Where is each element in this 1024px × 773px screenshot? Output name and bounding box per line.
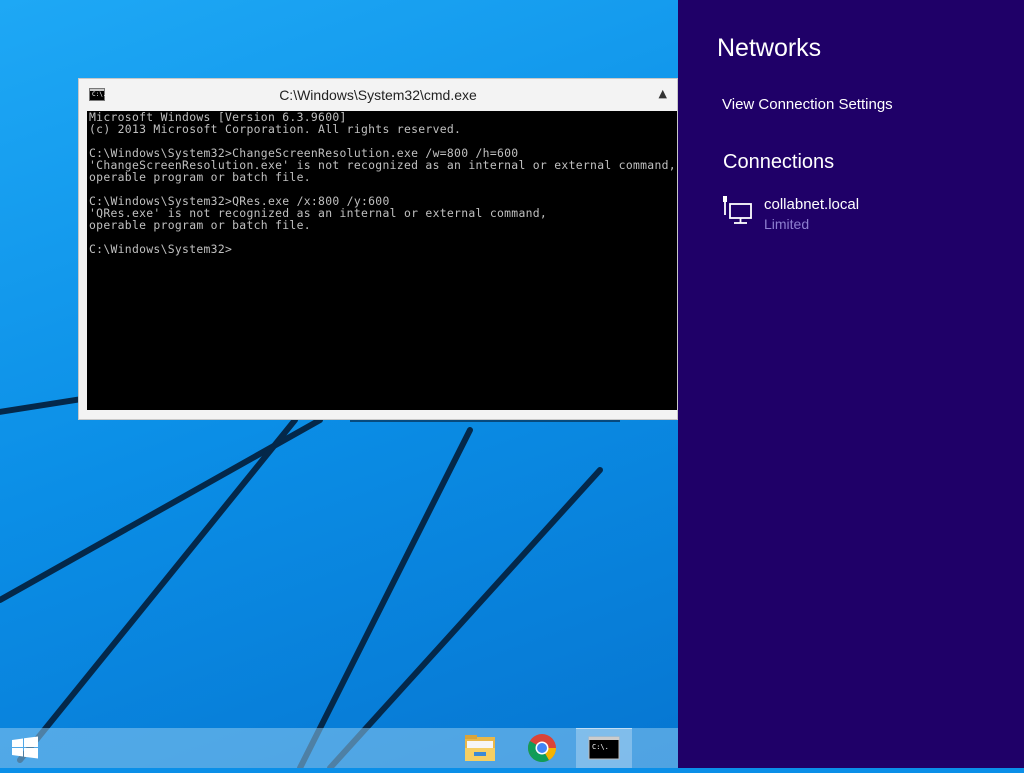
view-connection-settings-link[interactable]: View Connection Settings	[722, 96, 893, 113]
console-text: Microsoft Windows [Version 6.3.9600] (c)…	[89, 111, 676, 256]
network-name: collabnet.local	[764, 196, 860, 213]
taskbar-file-explorer-button[interactable]	[452, 728, 508, 768]
wired-network-icon	[723, 196, 752, 224]
charm-title: Networks	[717, 34, 822, 62]
networks-charm-panel: Networks View Connection Settings Connec…	[678, 0, 1024, 768]
console-icon: C:\.	[588, 736, 620, 760]
cmd-window[interactable]: C:\. C:\Windows\System32\cmd.exe ▲ Micro…	[78, 78, 678, 420]
windows-logo-icon	[12, 736, 38, 759]
connections-heading: Connections	[723, 151, 835, 173]
taskbar-cmd-button[interactable]: C:\.	[576, 728, 632, 768]
scroll-up-arrow-icon[interactable]: ▲	[659, 87, 667, 100]
network-status: Limited	[764, 216, 810, 232]
taskbar: C:\.	[0, 728, 678, 768]
cmd-window-title: C:\Windows\System32\cmd.exe	[279, 87, 477, 103]
start-button[interactable]	[0, 728, 50, 768]
console-output-area[interactable]: Microsoft Windows [Version 6.3.9600] (c)…	[87, 111, 677, 410]
cmd-titlebar[interactable]: C:\. C:\Windows\System32\cmd.exe ▲	[79, 79, 677, 111]
network-connection-item[interactable]: collabnet.local Limited	[722, 192, 922, 240]
console-icon-text: C:\.	[592, 743, 609, 751]
folder-icon	[465, 735, 495, 761]
taskbar-chrome-button[interactable]	[514, 728, 570, 768]
chrome-icon	[528, 734, 556, 762]
